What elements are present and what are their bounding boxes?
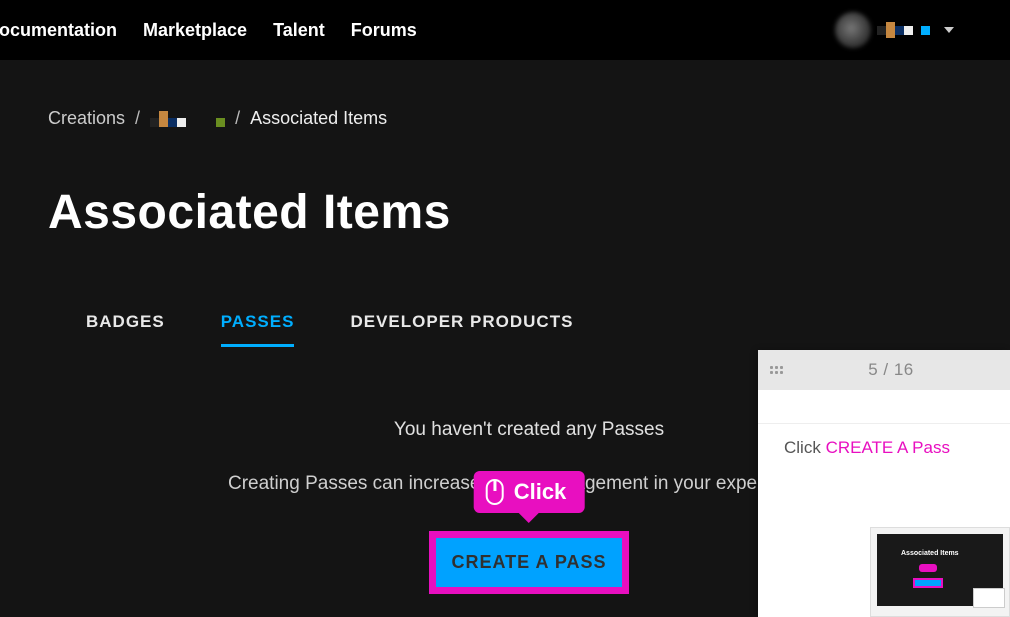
- tutorial-target: CREATE A Pass: [826, 438, 950, 457]
- click-tooltip: Click: [474, 471, 585, 513]
- page-title: Associated Items: [48, 185, 1010, 240]
- tab-developer-products[interactable]: DEVELOPER PRODUCTS: [350, 312, 573, 347]
- nav-forums[interactable]: Forums: [351, 20, 417, 41]
- tabs: BADGES PASSES DEVELOPER PRODUCTS: [86, 312, 1010, 347]
- tutorial-thumbnail: Associated Items: [870, 527, 1010, 617]
- breadcrumb-separator: /: [135, 108, 140, 129]
- tab-passes[interactable]: PASSES: [221, 312, 295, 347]
- breadcrumb-creations[interactable]: Creations: [48, 108, 125, 129]
- top-nav: ocumentation Marketplace Talent Forums: [0, 0, 1010, 60]
- mouse-icon: [486, 479, 504, 505]
- nav-documentation[interactable]: ocumentation: [0, 20, 117, 41]
- nav-talent[interactable]: Talent: [273, 20, 325, 41]
- user-avatar[interactable]: [835, 12, 871, 48]
- chevron-down-icon[interactable]: [944, 27, 954, 33]
- breadcrumb-game-icon[interactable]: [150, 111, 225, 127]
- user-pixel-icon: [877, 22, 930, 38]
- tutorial-panel-header[interactable]: 5 / 16: [758, 350, 1010, 390]
- breadcrumb-separator: /: [235, 108, 240, 129]
- nav-marketplace[interactable]: Marketplace: [143, 20, 247, 41]
- breadcrumb: Creations / / Associated Items: [48, 108, 1010, 129]
- breadcrumb-current: Associated Items: [250, 108, 387, 129]
- tab-badges[interactable]: BADGES: [86, 312, 165, 347]
- step-counter: 5 / 16: [868, 360, 914, 380]
- tutorial-panel: 5 / 16 Click CREATE A Pass Associated It…: [758, 350, 1010, 617]
- create-a-pass-button[interactable]: CREATE A PASS: [429, 531, 629, 594]
- drag-handle-icon[interactable]: [770, 366, 784, 374]
- tutorial-instruction: Click CREATE A Pass: [758, 424, 1010, 458]
